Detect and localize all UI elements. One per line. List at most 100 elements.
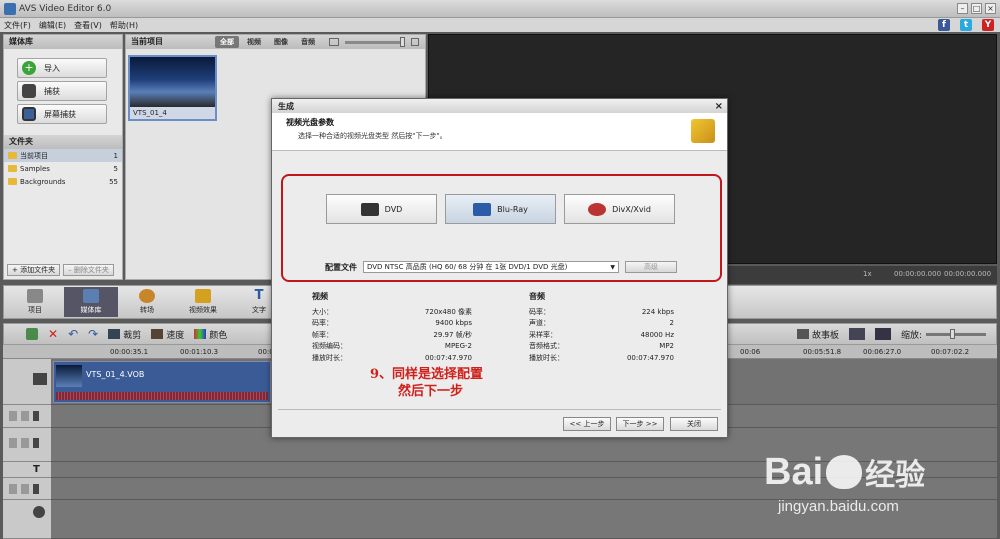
info-key: 码率： bbox=[312, 319, 333, 328]
filter-audio-tab[interactable]: 音频 bbox=[296, 36, 320, 48]
annotation-line: 9、同样是选择配置 bbox=[370, 367, 484, 382]
color-icon bbox=[194, 329, 207, 339]
media-clip-thumbnail[interactable]: VTS_01_4 bbox=[128, 55, 217, 121]
info-value: 9400 kbps bbox=[435, 319, 472, 328]
speed-icon bbox=[151, 329, 164, 339]
transitions-icon bbox=[139, 289, 155, 303]
project-header: 当前项目 全部 视频 图像 音频 bbox=[126, 35, 425, 49]
watermark-bai: Bai bbox=[764, 450, 824, 493]
info-key: 大小： bbox=[312, 307, 333, 316]
transitions-tool-label: 转场 bbox=[140, 306, 154, 314]
info-value: 2 bbox=[669, 319, 674, 328]
folder-icon bbox=[8, 165, 17, 172]
capture-button[interactable]: 捕获 bbox=[17, 81, 107, 101]
info-value: 00:07:47.970 bbox=[626, 353, 674, 362]
window-title: AVS Video Editor 6.0 bbox=[19, 3, 112, 14]
capture-label: 捕获 bbox=[44, 86, 60, 96]
video-clip[interactable]: VTS_01_4.VOB bbox=[53, 361, 271, 403]
undo-icon[interactable]: ↶ bbox=[68, 327, 78, 341]
menu-help[interactable]: 帮助(H) bbox=[110, 20, 138, 31]
filter-all-tab[interactable]: 全部 bbox=[215, 36, 239, 48]
audio-info-row: 采样率： 48000 Hz bbox=[529, 329, 674, 341]
info-value: 29.97 帧/秒 bbox=[433, 330, 472, 339]
disc-wizard-icon bbox=[691, 119, 715, 143]
folders-header: 文件夹 bbox=[4, 135, 122, 149]
close-button[interactable]: 关闭 bbox=[670, 417, 718, 431]
dialog-close-icon[interactable]: × bbox=[715, 101, 723, 112]
info-key: 码率： bbox=[529, 307, 550, 316]
track-controls-icon[interactable] bbox=[9, 411, 39, 421]
menu-file[interactable]: 文件(F) bbox=[4, 20, 31, 31]
app-logo-icon bbox=[4, 2, 16, 15]
trim-icon bbox=[108, 329, 121, 339]
media-library-tool[interactable]: 媒体库 bbox=[64, 287, 118, 317]
minimize-button[interactable]: – bbox=[957, 3, 968, 14]
facebook-icon[interactable]: f bbox=[938, 19, 950, 31]
info-key: 视频编码： bbox=[312, 342, 347, 351]
speed-button[interactable]: 速度 bbox=[151, 328, 184, 341]
twitter-icon[interactable]: t bbox=[960, 19, 972, 31]
thumbnail-size-icon bbox=[329, 38, 339, 46]
folder-icon bbox=[8, 178, 17, 185]
track-controls-icon[interactable] bbox=[9, 484, 39, 494]
storyboard-button[interactable]: 故事板 bbox=[796, 328, 839, 341]
delete-folder-label: 删除文件夹 bbox=[73, 266, 109, 274]
screen-icon[interactable] bbox=[874, 328, 891, 340]
info-key: 采样率： bbox=[529, 330, 557, 339]
folder-samples[interactable]: Samples 5 bbox=[4, 162, 122, 175]
project-tool[interactable]: 项目 bbox=[8, 287, 62, 317]
filter-image-tab[interactable]: 图像 bbox=[269, 36, 293, 48]
highlight-box bbox=[281, 174, 722, 282]
color-button[interactable]: 颜色 bbox=[194, 328, 227, 341]
info-key: 音频格式： bbox=[529, 342, 564, 351]
media-library-icon bbox=[83, 289, 99, 303]
track-controls-icon[interactable] bbox=[9, 438, 39, 448]
video-info-row: 码率： 9400 kbps bbox=[312, 318, 472, 330]
import-button[interactable]: + 导入 bbox=[17, 58, 107, 78]
info-value: 224 kbps bbox=[641, 307, 674, 316]
camera-icon bbox=[22, 84, 36, 98]
menu-view[interactable]: 查看(V) bbox=[74, 20, 102, 31]
project-icon bbox=[27, 289, 43, 303]
effects-track-header bbox=[3, 405, 51, 428]
video-info-panel: 视频 大小： 720x480 像素 码率： 9400 kbps 帧率： 29.97 帧… bbox=[312, 291, 472, 364]
transitions-tool[interactable]: 转场 bbox=[120, 287, 174, 317]
zoom-slider[interactable] bbox=[926, 328, 986, 339]
dialog-banner: 视频光盘参数 选择一种合适的视频光盘类型 然后按"下一步"。 bbox=[272, 113, 727, 151]
record-voice-icon[interactable] bbox=[848, 328, 865, 340]
text-icon: T bbox=[254, 288, 264, 303]
video-effects-tool[interactable]: 视频效果 bbox=[176, 287, 230, 317]
menu-edit[interactable]: 编辑(E) bbox=[39, 20, 66, 31]
back-button[interactable]: << 上一步 bbox=[563, 417, 611, 431]
folder-name: Backgrounds bbox=[20, 177, 66, 186]
delete-icon[interactable]: ✕ bbox=[48, 327, 58, 341]
audio-info-row: 码率： 224 kbps bbox=[529, 306, 674, 318]
video-info-row: 帧率： 29.97 帧/秒 bbox=[312, 329, 472, 341]
maximize-button[interactable]: □ bbox=[971, 3, 982, 14]
youtube-icon[interactable]: Y bbox=[982, 19, 994, 31]
text-track-icon: T bbox=[33, 464, 40, 475]
trim-button[interactable]: 裁剪 bbox=[108, 328, 141, 341]
info-key: 声道： bbox=[529, 319, 550, 328]
audio-info-row: 音频格式： MP2 bbox=[529, 341, 674, 353]
filter-video-tab[interactable]: 视频 bbox=[242, 36, 266, 48]
folder-backgrounds[interactable]: Backgrounds 55 bbox=[4, 175, 122, 188]
ruler-tick: 00:07:02.2 bbox=[931, 348, 970, 356]
baidu-jingyan-watermark: Bai 经验 jingyan.baidu.com bbox=[758, 428, 998, 536]
media-library-tool-label: 媒体库 bbox=[80, 306, 102, 314]
add-folder-label: 添加文件夹 bbox=[20, 266, 56, 274]
clip-label: VTS_01_4.VOB bbox=[86, 370, 145, 379]
redo-icon[interactable]: ↷ bbox=[88, 327, 98, 341]
screen-capture-button[interactable]: 屏幕捕获 bbox=[17, 104, 107, 124]
timeline-add-icon[interactable] bbox=[26, 328, 38, 340]
close-window-button[interactable]: × bbox=[985, 3, 996, 14]
folder-current-project[interactable]: 当前项目 1 bbox=[4, 149, 122, 162]
delete-folder-button[interactable]: – 删除文件夹 bbox=[63, 264, 114, 276]
video-info-row: 大小： 720x480 像素 bbox=[312, 306, 472, 318]
next-button[interactable]: 下一步 >> bbox=[616, 417, 664, 431]
folder-count: 1 bbox=[113, 151, 118, 160]
add-folder-button[interactable]: + 添加文件夹 bbox=[7, 264, 61, 276]
folder-name: Samples bbox=[20, 164, 50, 173]
thumbnail-size-slider[interactable] bbox=[345, 36, 405, 47]
color-label: 颜色 bbox=[209, 330, 228, 341]
